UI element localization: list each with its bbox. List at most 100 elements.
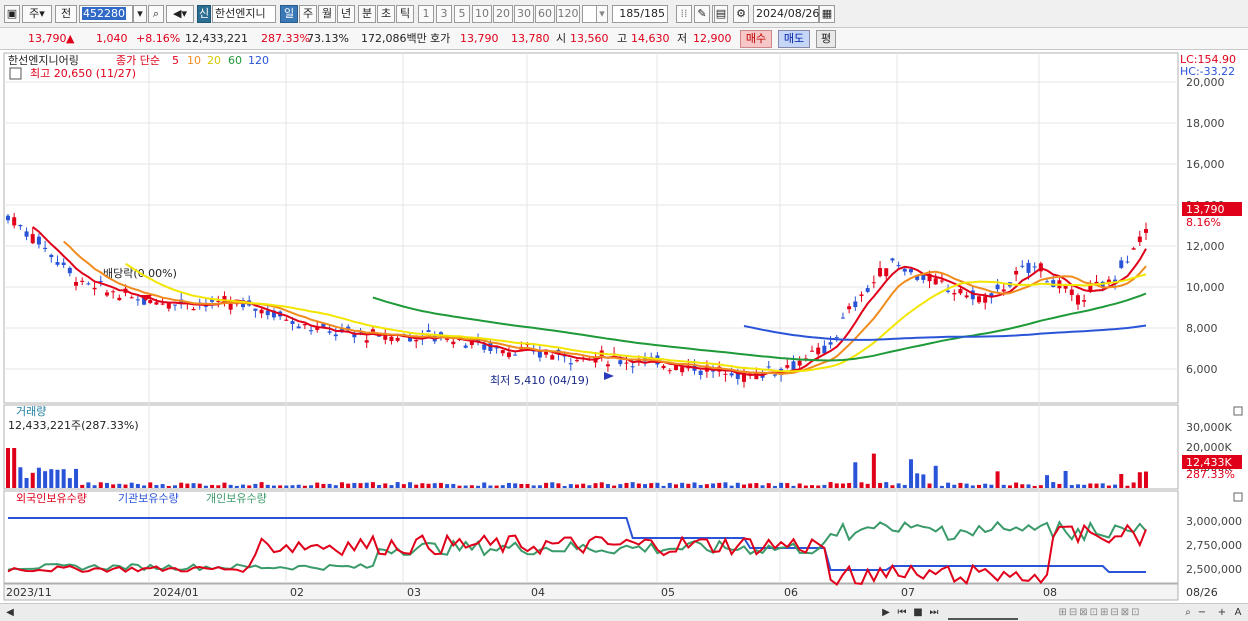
volume-bar xyxy=(915,473,920,488)
x-tick: 06 xyxy=(784,586,798,599)
volume-bar xyxy=(878,483,883,488)
calendar-mini-icon[interactable] xyxy=(9,67,22,80)
tab-period-month[interactable]: 월 xyxy=(318,5,336,23)
interval-button[interactable]: 60 xyxy=(535,5,555,23)
candle-body xyxy=(995,284,1000,290)
volume-bar xyxy=(537,485,542,488)
interval-button[interactable]: 10 xyxy=(472,5,492,23)
volume-bar xyxy=(383,483,388,488)
calendar-icon[interactable]: ▦ xyxy=(819,5,835,23)
interval-dropdown-icon[interactable]: ▾ xyxy=(596,5,608,23)
candle-body xyxy=(964,295,969,298)
tab-period-second[interactable]: 초 xyxy=(377,5,395,23)
volume-bar xyxy=(36,467,41,488)
volume-bar xyxy=(667,482,672,488)
volume-bar xyxy=(296,484,301,488)
tab-period-tick[interactable]: 틱 xyxy=(396,5,414,23)
zoom-in-icon[interactable]: + xyxy=(1216,606,1228,620)
tab-period-week[interactable]: 주 xyxy=(299,5,317,23)
code-dropdown-icon[interactable]: ▾ xyxy=(133,5,147,23)
candle-body xyxy=(630,366,635,368)
candle-body xyxy=(550,355,555,360)
interval-button[interactable]: 20 xyxy=(493,5,513,23)
y-tick: 18,000 xyxy=(1186,117,1225,130)
last-page-icon[interactable]: ⏭ xyxy=(927,606,941,620)
volume-bar xyxy=(1057,483,1062,488)
amount-value: 172,086백만 xyxy=(361,32,427,45)
volume-bar xyxy=(723,482,728,488)
sell-button[interactable]: 매도 xyxy=(778,30,810,48)
volume-bar xyxy=(284,485,289,488)
volume-bar xyxy=(686,483,691,488)
eval-button[interactable]: 평 xyxy=(816,30,836,48)
stock-chart[interactable]: 한선엔지니어링 종가 단순 5 10 20 60 120 최고 20,650 (… xyxy=(0,50,1248,603)
zoom-icon[interactable]: ⌕ xyxy=(1182,606,1194,620)
candle-body xyxy=(816,347,821,355)
volume-bar xyxy=(98,482,103,488)
first-page-icon[interactable]: ⏮ xyxy=(895,606,909,620)
interval-button[interactable]: 120 xyxy=(556,5,580,23)
count-field[interactable]: 185/185 xyxy=(612,5,668,23)
volume-bar xyxy=(1082,484,1087,488)
layout-icon[interactable]: ▣ xyxy=(4,5,20,23)
type-select[interactable]: 주▾ xyxy=(22,5,52,23)
hold-y-tick: 2,500,000 xyxy=(1186,563,1242,576)
interval-button[interactable]: 5 xyxy=(454,5,470,23)
save-icon[interactable]: ▤ xyxy=(714,5,728,23)
candle-body xyxy=(1131,248,1136,250)
holding-close-icon[interactable] xyxy=(1233,492,1243,502)
volume-close-icon[interactable] xyxy=(1233,406,1243,416)
scroll-left-icon[interactable]: ◀ xyxy=(4,606,16,620)
volume-bar xyxy=(241,484,246,488)
volume-bar xyxy=(1144,471,1148,488)
chart-tools-icon[interactable]: ⊞⊟⊠⊡⊞⊟⊠⊡ xyxy=(1020,606,1180,620)
prev-select[interactable]: 전 xyxy=(55,5,77,23)
volume-bar xyxy=(197,483,202,488)
volume-bar xyxy=(890,485,895,488)
date-input[interactable]: 2024/08/26 xyxy=(753,5,819,23)
tab-period-day[interactable]: 일 xyxy=(280,5,298,23)
volume-bar xyxy=(636,483,641,488)
volume-panel-frame xyxy=(3,404,1179,490)
volume-bar xyxy=(698,485,703,488)
zoom-out-icon[interactable]: − xyxy=(1196,606,1208,620)
tab-period-year[interactable]: 년 xyxy=(337,5,355,23)
volume-bar xyxy=(333,485,338,488)
stop-icon[interactable]: ■ xyxy=(912,606,924,620)
buy-button[interactable]: 매수 xyxy=(740,30,772,48)
volume-bar xyxy=(921,474,926,488)
compare-icon[interactable]: ⁞⁞ xyxy=(676,5,692,23)
draw-icon[interactable]: ✎ xyxy=(694,5,710,23)
volume-bar xyxy=(958,482,963,488)
candle-body xyxy=(884,268,889,277)
last-price-tag-text: 13,790 xyxy=(1186,203,1225,216)
search-icon[interactable]: ⌕ xyxy=(148,5,164,23)
volume-bar xyxy=(785,483,790,488)
code-input[interactable]: 452280 xyxy=(79,5,133,23)
candle-body xyxy=(865,288,870,292)
volume-bar xyxy=(457,485,462,488)
interval-button[interactable]: 3 xyxy=(436,5,452,23)
volume-bar xyxy=(74,468,79,488)
candle-body xyxy=(506,352,511,358)
ask-price: 13,790 xyxy=(460,32,499,45)
interval-button[interactable]: 1 xyxy=(418,5,434,23)
series-institution-label: 기관보유수량 xyxy=(118,492,179,505)
candle-body xyxy=(840,317,845,319)
gear-icon[interactable]: ⚙ xyxy=(733,5,749,23)
scroll-right-icon[interactable]: ▶ xyxy=(880,606,892,620)
candle-body xyxy=(1082,300,1087,302)
volume-bar xyxy=(67,478,72,488)
tab-period-minute[interactable]: 분 xyxy=(358,5,376,23)
series-foreign-label: 외국인보유수량 xyxy=(16,492,87,505)
speaker-icon[interactable]: ◀▾ xyxy=(166,5,194,23)
candle-body xyxy=(67,267,72,274)
volume-bar xyxy=(160,484,165,488)
chart-scrollbar[interactable]: ◀ ▶ ⏮ ■ ⏭ ⊞⊟⊠⊡⊞⊟⊠⊡ ⌕ − + A xyxy=(0,603,1248,621)
zoom-slider[interactable] xyxy=(948,606,1018,620)
candle-body xyxy=(1020,265,1025,267)
stock-name-field[interactable]: 한선엔지니 xyxy=(212,5,276,23)
font-size-icon[interactable]: A xyxy=(1232,606,1244,620)
hold-y-tick: 3,000,000 xyxy=(1186,515,1242,528)
interval-button[interactable]: 30 xyxy=(514,5,534,23)
